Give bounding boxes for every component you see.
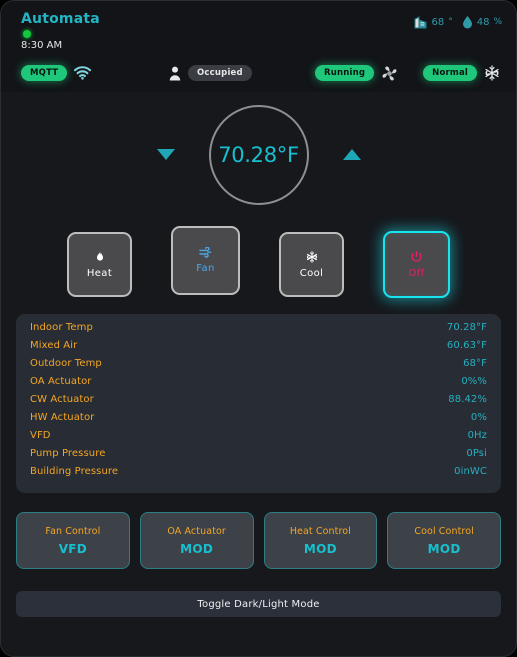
control-card-value: MOD [180,541,214,556]
humidity-readout: 48 % [462,15,502,29]
reading-label: VFD [30,430,51,441]
online-status-dot [23,30,31,38]
thermostat-app-window: Automata 8:30 AM 68 ° 48 % MQTT Occupied… [0,0,517,657]
cooling-status-group: Normal [423,65,500,81]
control-card-value: MOD [427,541,461,556]
water-drop-icon [462,15,473,29]
person-icon [169,66,181,81]
outdoor-temperature-readout: 68 ° [414,15,453,29]
control-card-cool-control[interactable]: Cool Control MOD [387,512,501,569]
current-temperature-value: 70.28°F [218,142,299,167]
humidity-unit: % [493,17,502,27]
control-card-value: VFD [58,541,88,556]
temperature-dial-section: 70.28°F [1,92,516,217]
mode-label-heat: Heat [86,267,113,279]
mqtt-status-group: MQTT [21,65,92,81]
control-card-heat-control[interactable]: Heat Control MOD [263,512,378,569]
sensor-readings-panel: Indoor Temp 70.28°F Mixed Air 60.63°F Ou… [16,314,501,493]
humidity-value: 48 [476,16,490,28]
reading-value: 70.28°F [446,322,487,333]
fan-icon [381,65,398,82]
mode-label-off: Off [408,267,425,279]
brand-block: Automata 8:30 AM [21,11,100,52]
control-card-row: Fan Control VFD OA Actuator MOD Heat Con… [16,512,501,569]
table-row: Pump Pressure 0Psi [30,448,487,466]
mode-button-heat[interactable]: Heat [67,232,132,297]
reading-value: 0% [470,412,487,423]
mode-button-off[interactable]: Off [383,231,450,298]
theme-toggle-button[interactable]: Toggle Dark/Light Mode [16,591,501,617]
table-row: Mixed Air 60.63°F [30,340,487,358]
temperature-dial[interactable]: 70.28°F [208,104,309,205]
table-row: OA Actuator 0%% [30,376,487,394]
control-card-oa-actuator[interactable]: OA Actuator MOD [139,512,254,569]
status-pill-row: MQTT Occupied Running Normal [21,62,502,84]
reading-label: CW Actuator [30,394,94,405]
snowflake-icon [484,65,500,81]
mode-label-cool: Cool [299,267,324,279]
fan-blade-icon [199,246,212,258]
table-row: Indoor Temp 70.28°F [30,322,487,340]
reading-value: 0inWC [454,466,487,477]
table-row: HW Actuator 0% [30,412,487,430]
occupancy-status-group: Occupied [169,65,252,81]
reading-value: 88.42% [448,394,487,405]
mode-label-fan: Fan [196,262,215,274]
current-time: 8:30 AM [21,40,63,51]
status-badge-mqtt[interactable]: MQTT [21,65,68,81]
reading-value: 60.63°F [446,340,487,351]
mode-button-cool[interactable]: Cool [279,232,344,297]
control-card-fan-control[interactable]: Fan Control VFD [16,512,130,569]
page-title: Automata [21,11,100,27]
outdoor-temperature-value: 68 [431,16,445,28]
wifi-icon [74,66,92,80]
control-card-value: MOD [303,541,337,556]
reading-label: OA Actuator [30,376,92,387]
reading-label: Pump Pressure [30,448,106,459]
status-badge-normal[interactable]: Normal [423,65,477,81]
control-card-label: OA Actuator [167,525,226,537]
reading-label: HW Actuator [30,412,95,423]
reading-label: Building Pressure [30,466,119,477]
table-row: Outdoor Temp 68°F [30,358,487,376]
reading-label: Outdoor Temp [30,358,102,369]
chevron-up-icon[interactable] [342,149,361,160]
control-card-label: Fan Control [45,525,101,537]
status-badge-occupancy[interactable]: Occupied [188,65,252,81]
environment-readouts: 68 ° 48 % [414,11,502,29]
table-row: VFD 0Hz [30,430,487,448]
reading-value: 0%% [461,376,487,387]
mode-button-fan[interactable]: Fan [171,225,240,295]
mode-button-row: Heat Fan Cool Off [1,217,516,312]
control-card-label: Heat Control [289,525,351,537]
flame-icon [95,250,105,263]
snowflake-icon [306,250,318,263]
building-icon [414,15,427,29]
control-card-label: Cool Control [414,525,474,537]
power-icon [411,250,422,263]
outdoor-temperature-unit: ° [448,17,453,27]
reading-value: 0Hz [467,430,487,441]
header-top-row: Automata 8:30 AM 68 ° 48 % [21,11,502,52]
reading-label: Indoor Temp [30,322,93,333]
reading-label: Mixed Air [30,340,78,351]
reading-value: 0Psi [466,448,487,459]
theme-toggle-label: Toggle Dark/Light Mode [197,598,320,610]
reading-value: 68°F [463,358,487,369]
chevron-down-icon[interactable] [156,149,175,160]
table-row: CW Actuator 88.42% [30,394,487,412]
status-badge-running[interactable]: Running [315,65,375,81]
system-run-status-group: Running [315,65,398,82]
header-bar: Automata 8:30 AM 68 ° 48 % MQTT Occupied… [1,1,516,92]
table-row: Building Pressure 0inWC [30,466,487,484]
